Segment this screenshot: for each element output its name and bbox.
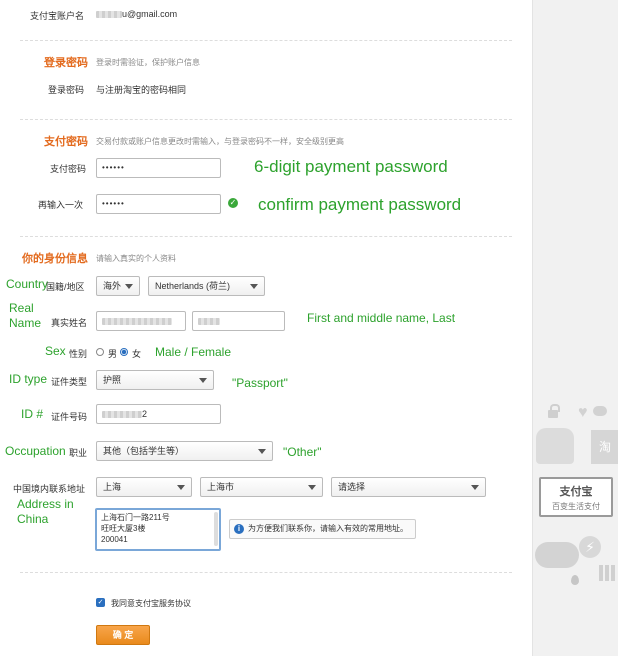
- first-name-input[interactable]: [96, 311, 186, 331]
- district-select[interactable]: 请选择: [331, 477, 486, 497]
- payment-password-hint: 交易付款或账户信息更改时需输入，与登录密码不一样，安全级别更高: [96, 137, 344, 146]
- occupation-value: 其他（包括学生等）: [103, 446, 185, 456]
- payment-password-title: 支付密码: [44, 136, 88, 148]
- agreement-text[interactable]: 我同意支付宝服务协议: [111, 598, 191, 609]
- alipay-logo-box: 支付宝 百变生活支付: [539, 477, 613, 517]
- info-icon: i: [234, 524, 244, 534]
- id-type-value: 护照: [103, 375, 122, 385]
- grid-icon: [599, 565, 615, 581]
- shopping-bag-icon: 淘: [591, 430, 618, 464]
- cloud-icon: [535, 542, 579, 568]
- annotation-address-line1: Address in: [17, 497, 74, 511]
- hand-icon: [536, 428, 574, 464]
- login-password-value: 与注册淘宝的密码相同: [96, 85, 187, 95]
- chevron-down-icon: [471, 485, 479, 490]
- country-region-select[interactable]: 海外: [96, 276, 140, 296]
- first-name-redacted: [102, 318, 172, 326]
- address-textarea[interactable]: 上海石门一路211号 旺旺大厦3楼 200041: [95, 508, 221, 551]
- address-line: 上海石门一路211号: [101, 513, 170, 522]
- login-password-hint: 登录时需验证，保护账户信息: [96, 58, 200, 67]
- sex-female-label: 女: [132, 349, 142, 359]
- login-password-title: 登录密码: [44, 57, 88, 69]
- annotation-sex: Sex: [45, 344, 66, 358]
- address-tip-text: 为方便我们联系你，请输入有效的常用地址。: [248, 524, 408, 533]
- annotation-country: Country: [6, 277, 49, 291]
- id-number-text: 2: [142, 409, 148, 419]
- confirm-password-input[interactable]: ••••••: [96, 194, 221, 214]
- chevron-down-icon: [308, 485, 316, 490]
- sex-female-radio[interactable]: [120, 348, 128, 356]
- sex-male-label: 男: [108, 349, 118, 359]
- annotation-real-name-line1: Real: [9, 301, 34, 315]
- scrollbar[interactable]: [214, 512, 218, 546]
- droplet-icon: [571, 575, 579, 585]
- login-password-label: 登录密码: [48, 85, 85, 95]
- payment-password-label: 支付密码: [50, 164, 87, 174]
- province-value: 上海: [103, 482, 122, 492]
- divider: [20, 236, 512, 237]
- annotation-passport: "Passport": [232, 376, 288, 390]
- address-line: 200041: [101, 535, 128, 544]
- address-tip: i 为方便我们联系你，请输入有效的常用地址。: [229, 519, 416, 539]
- lightning-icon: ⚡: [579, 536, 601, 558]
- account-email-text: u@gmail.com: [122, 9, 178, 19]
- divider: [20, 572, 512, 573]
- annotation-other: "Other": [283, 445, 322, 459]
- annotation-payment-password: 6-digit payment password: [254, 157, 448, 176]
- heart-icon: ♥: [578, 404, 588, 421]
- confirm-password-label: 再输入一次: [38, 200, 84, 210]
- annotation-occupation: Occupation: [5, 444, 66, 458]
- province-select[interactable]: 上海: [96, 477, 192, 497]
- address-line: 旺旺大厦3楼: [101, 524, 146, 533]
- annotation-sex-note: Male / Female: [155, 345, 232, 359]
- divider: [20, 119, 512, 120]
- city-select[interactable]: 上海市: [200, 477, 323, 497]
- annotation-id-type: ID type: [9, 372, 48, 386]
- sex-label: 性别: [69, 349, 88, 359]
- occupation-label: 职业: [69, 448, 88, 458]
- identity-hint: 请输入真实的个人资料: [96, 254, 176, 263]
- id-type-label: 证件类型: [51, 377, 88, 387]
- country-select[interactable]: Netherlands (荷兰): [148, 276, 265, 296]
- payment-password-input[interactable]: ••••••: [96, 158, 221, 178]
- submit-button[interactable]: 确 定: [96, 625, 150, 645]
- annotation-address-line2: China: [17, 512, 49, 526]
- chat-bubble-icon: [593, 406, 607, 416]
- id-number-input[interactable]: 2: [96, 404, 221, 424]
- last-name-input[interactable]: [192, 311, 285, 331]
- account-email: u@gmail.com: [96, 9, 177, 19]
- divider: [20, 40, 512, 41]
- lock-shackle-icon: [550, 404, 560, 412]
- occupation-select[interactable]: 其他（包括学生等）: [96, 441, 273, 461]
- last-name-redacted: [198, 318, 220, 326]
- annotation-id-number: ID #: [21, 407, 44, 421]
- chevron-down-icon: [177, 485, 185, 490]
- country-region-value: 海外: [103, 281, 122, 291]
- sidebar-ad: ♥ 淘 支付宝 百变生活支付 ⚡: [532, 0, 618, 656]
- check-ok-icon: ✓: [228, 198, 238, 208]
- district-value: 请选择: [338, 482, 366, 492]
- annotation-confirm-password: confirm payment password: [258, 195, 462, 214]
- chevron-down-icon: [125, 284, 133, 289]
- country-label: 国籍/地区: [46, 282, 85, 292]
- alipay-slogan: 百变生活支付: [552, 502, 600, 511]
- chevron-down-icon: [250, 284, 258, 289]
- account-email-redacted: [96, 11, 122, 19]
- id-number-redacted: [102, 411, 142, 419]
- real-name-label: 真实姓名: [51, 318, 88, 328]
- chevron-down-icon: [199, 378, 207, 383]
- sex-male-radio[interactable]: [96, 348, 104, 356]
- id-type-select[interactable]: 护照: [96, 370, 214, 390]
- city-value: 上海市: [207, 482, 235, 492]
- identity-title: 你的身份信息: [22, 253, 88, 265]
- address-label: 中国境内联系地址: [13, 484, 86, 494]
- account-label: 支付宝账户名: [30, 11, 85, 21]
- id-number-label: 证件号码: [51, 412, 88, 422]
- chevron-down-icon: [258, 449, 266, 454]
- annotation-name-note: First and middle name, Last: [307, 311, 456, 325]
- annotation-real-name-line2: Name: [9, 316, 42, 330]
- alipay-logo: 支付宝: [559, 486, 593, 498]
- country-value: Netherlands (荷兰): [155, 281, 231, 291]
- agreement-checkbox[interactable]: ✓: [96, 598, 105, 607]
